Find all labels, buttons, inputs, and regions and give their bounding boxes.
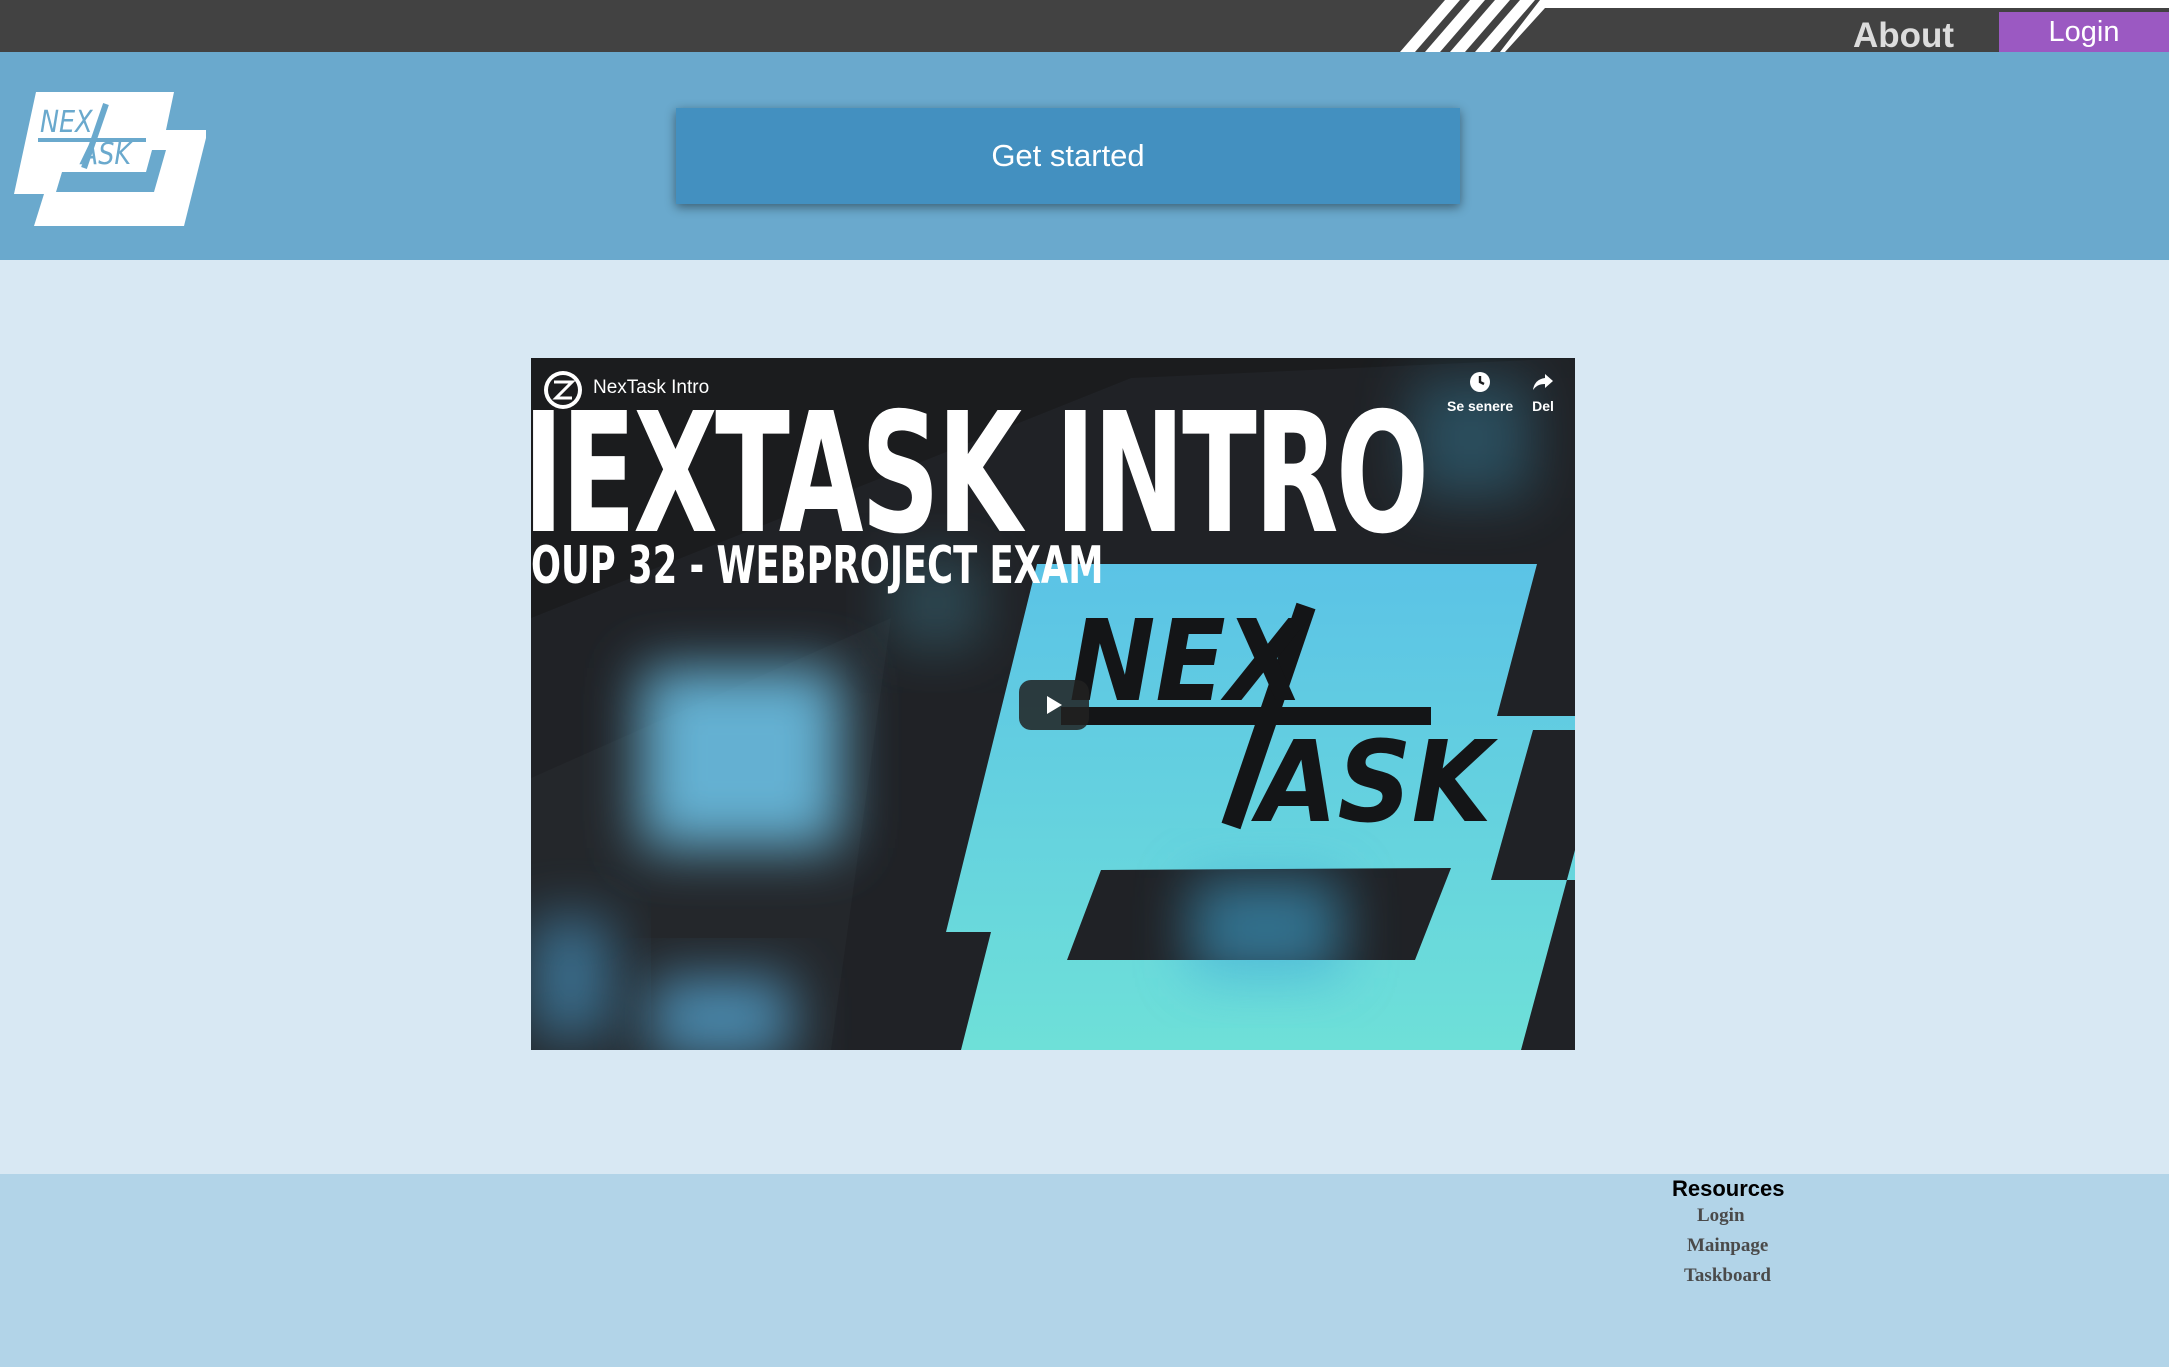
video-title-link[interactable]: NexTask Intro (593, 377, 709, 399)
main-content: NEX ASK IEXTASK INTRO OUP 32 - WEBPROJEC… (0, 260, 2169, 1174)
video-subtitle: OUP 32 - WEBPROJECT EXAM (531, 536, 1104, 596)
nav-about-link[interactable]: About (1853, 16, 1954, 56)
nav-login-button[interactable]: Login (1999, 12, 2169, 52)
header: NEX ASK Get started (0, 52, 2169, 260)
share-button[interactable]: Del (1531, 370, 1555, 414)
nextask-logo[interactable]: NEX ASK (6, 92, 206, 226)
video-logo-text-ask: ASK (1251, 718, 1499, 848)
footer-link-mainpage[interactable]: Mainpage (1687, 1235, 1768, 1257)
share-label: Del (1532, 398, 1554, 414)
footer (0, 1174, 2169, 1367)
resources-heading: Resources (1672, 1176, 1785, 1201)
video-embed[interactable]: NEX ASK IEXTASK INTRO OUP 32 - WEBPROJEC… (531, 358, 1575, 1050)
share-icon (1533, 374, 1553, 390)
logo-text-nex: NEX (40, 104, 93, 140)
top-nav-bar: About Login (0, 0, 2169, 55)
watch-later-label: Se senere (1447, 398, 1514, 414)
channel-avatar-icon[interactable] (543, 370, 583, 410)
clock-icon (1470, 372, 1491, 392)
play-button[interactable] (1019, 680, 1089, 730)
footer-link-taskboard[interactable]: Taskboard (1684, 1265, 1771, 1287)
get-started-button[interactable]: Get started (676, 108, 1460, 204)
video-logo-text-nex: NEX (1069, 597, 1310, 727)
play-icon (1047, 696, 1062, 714)
watch-later-button[interactable]: Se senere (1447, 370, 1513, 414)
footer-link-login[interactable]: Login (1697, 1205, 1745, 1227)
